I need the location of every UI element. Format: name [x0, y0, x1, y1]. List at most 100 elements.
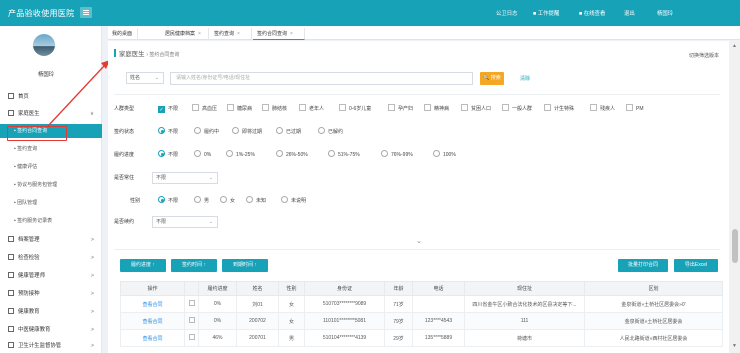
col-select[interactable] [184, 281, 199, 296]
cell-action: 查看合同 [120, 295, 185, 313]
tab-desktop[interactable]: 我的桌面 [108, 28, 138, 40]
sidebar-item-tests[interactable]: 检查检验 > [0, 251, 102, 265]
gender-option[interactable]: 男 [194, 195, 209, 207]
radio [328, 150, 335, 157]
crowd-option[interactable]: 高血压 [192, 103, 217, 115]
resident-select[interactable]: 不限 ⌄ [152, 172, 218, 184]
status-option[interactable]: 已过期 [276, 126, 301, 138]
cell-select[interactable] [184, 329, 199, 347]
cell-age: 79岁 [384, 312, 413, 330]
status-option[interactable]: 已解约 [318, 126, 343, 138]
crowd-option[interactable]: 老年人 [299, 103, 324, 115]
sidebar-item-home[interactable]: 首页 [0, 90, 102, 104]
nav-work-reminder[interactable]: ■ 工作提醒 [533, 9, 559, 17]
sidebar-item-team-management[interactable]: ▪ 团队管理 [0, 196, 102, 210]
sidebar-item-sign-query[interactable]: ▪ 签约查询 [0, 142, 102, 156]
search-button[interactable]: 🔍 搜索 [480, 72, 504, 85]
progress-option[interactable]: 51%-75% [328, 149, 360, 161]
sidebar-item-vaccination[interactable]: 预防接种 > [0, 287, 102, 301]
gender-option[interactable]: 女 [220, 195, 235, 207]
progress-option[interactable]: 76%-99% [381, 149, 413, 161]
cell-name: 刘01 [236, 295, 279, 313]
switch-filter-version[interactable]: 切换筛选版本 [689, 52, 719, 59]
gender-option[interactable]: 未说明 [281, 195, 306, 207]
gender-option[interactable]: 不限 [158, 195, 178, 207]
search-input[interactable]: 请输入姓名/身份证号/电话/现住址 [170, 72, 473, 85]
sidebar-item-agreement-management[interactable]: ▪ 协议与服务包管理 [0, 178, 102, 192]
option-label: 男 [204, 198, 210, 204]
nav-logout[interactable]: 退出 [624, 9, 635, 17]
clear-button[interactable]: 清除 [520, 75, 530, 82]
sidebar-item-service-records[interactable]: ▪ 签约服务记录表 [0, 214, 102, 228]
option-label: 即将过期 [242, 129, 263, 135]
status-option[interactable]: 即将过期 [232, 126, 262, 138]
breadcrumb-main[interactable]: 家庭医生 [119, 51, 145, 58]
search-field-select[interactable]: 姓名 ⌄ [126, 72, 164, 84]
view-contract-link[interactable]: 查看合同 [142, 336, 162, 342]
menu-toggle-icon[interactable] [80, 7, 92, 18]
checkbox [188, 334, 195, 340]
scroll-up-icon[interactable]: ▲ [732, 43, 737, 49]
checkbox [188, 317, 195, 323]
crowd-option[interactable]: 肺结核 [262, 103, 287, 115]
export-excel-button[interactable]: 导出Excel [674, 259, 718, 272]
cell-select[interactable] [184, 312, 199, 330]
sidebar-item-tcm-education[interactable]: 中医健康教育 > [0, 323, 102, 337]
sort-sign-time-button[interactable]: 签约时间 ↑ [171, 259, 217, 272]
col-name: 姓名 [236, 281, 279, 296]
crowd-option[interactable]: 残疾人 [590, 103, 615, 115]
status-option[interactable]: 履约中 [194, 126, 219, 138]
collapse-filters-icon[interactable]: ⌄ [416, 237, 422, 245]
option-label: 履约中 [204, 129, 220, 135]
crowd-option[interactable]: 精神病 [424, 103, 449, 115]
progress-option[interactable]: 不限 [158, 149, 178, 161]
sidebar-item-health-managers[interactable]: 健康管理师 > [0, 269, 102, 283]
tab-label: 我的桌面 [112, 31, 133, 37]
sidebar-item-health-education[interactable]: 健康教育 > [0, 305, 102, 319]
crowd-option[interactable]: 0-6岁儿童 [339, 103, 371, 115]
sidebar-item-health-assessment[interactable]: ▪ 健康评估 [0, 160, 102, 174]
crowd-option[interactable]: ✓ 不限 [158, 103, 178, 115]
crowd-option[interactable]: PM [626, 103, 644, 115]
sort-expire-time-button[interactable]: 到期时间 ↑ [222, 259, 268, 272]
highlight-box [7, 126, 67, 141]
renew-select[interactable]: 不限 ⌄ [152, 216, 218, 228]
tab-sign-query[interactable]: 签约查询 × [210, 28, 252, 40]
crowd-option[interactable]: 孕产妇 [388, 103, 413, 115]
view-contract-link[interactable]: 查看合同 [142, 319, 162, 325]
nav-user[interactable]: 杨国玲 [657, 9, 673, 17]
nav-online-view[interactable]: ■ 在线查看 [579, 9, 605, 17]
radio [194, 127, 201, 134]
tab-contract-query[interactable]: 签约合同查询 × [253, 28, 305, 40]
sidebar-item-supervision[interactable]: 卫生计生监督协管 > [0, 339, 102, 353]
progress-option[interactable]: 26%-50% [276, 149, 308, 161]
shield-icon [8, 342, 14, 348]
sort-progress-button[interactable]: 履约进度 ↑ [120, 259, 166, 272]
progress-option[interactable]: 100% [433, 149, 456, 161]
batch-print-button[interactable]: 批量打印合同 [618, 259, 668, 272]
crowd-option[interactable]: 糖尿病 [227, 103, 252, 115]
cell-select[interactable] [184, 295, 199, 313]
scroll-down-icon[interactable]: ▼ [732, 343, 737, 349]
tab-health-records[interactable]: 居民健康档案 × [161, 28, 209, 40]
col-progress[interactable]: 履约进度 [198, 281, 237, 296]
col-region: 区划 [584, 281, 723, 296]
sidebar-item-family-doctor[interactable]: 家庭医生 ∨ [0, 107, 102, 121]
search-button-label: 搜索 [490, 75, 501, 81]
crowd-option[interactable]: 计生特殊 [544, 103, 574, 115]
close-icon[interactable]: × [290, 31, 293, 37]
vertical-scrollbar[interactable]: ▲ ▼ [730, 41, 740, 353]
status-option[interactable]: 不限 [158, 126, 178, 138]
progress-option[interactable]: 1%-25% [226, 149, 255, 161]
crowd-option[interactable]: 一般人群 [502, 103, 532, 115]
view-contract-link[interactable]: 查看合同 [142, 302, 162, 308]
gender-option[interactable]: 未知 [246, 195, 266, 207]
crowd-option[interactable]: 贫困人口 [461, 103, 491, 115]
progress-option[interactable]: 0% [194, 149, 211, 161]
close-icon[interactable]: × [237, 31, 240, 37]
sidebar-item-records[interactable]: 档案管理 > [0, 233, 102, 247]
nav-daily-log[interactable]: 公卫日志 [496, 9, 518, 17]
chevron-right-icon: > [90, 343, 94, 349]
scrollbar-thumb[interactable] [732, 229, 738, 263]
close-icon[interactable]: × [198, 31, 201, 37]
